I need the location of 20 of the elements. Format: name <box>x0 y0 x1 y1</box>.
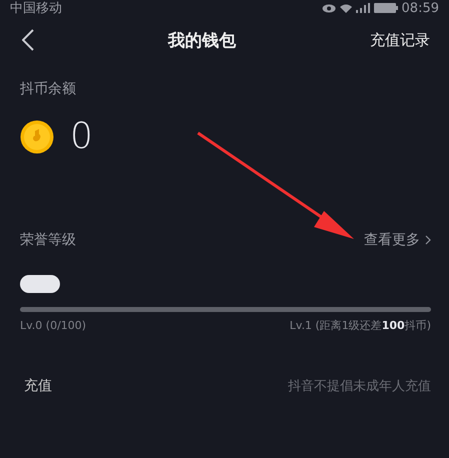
balance-label: 抖币余额 <box>20 81 76 97</box>
recharge-label: 充值 <box>24 377 52 395</box>
coin-icon <box>20 120 54 154</box>
honor-level-label: 荣誉等级 <box>20 231 76 249</box>
back-icon[interactable] <box>22 29 34 51</box>
carrier-name: 中国移动 <box>10 0 62 17</box>
page-title: 我的钱包 <box>168 30 236 52</box>
next-level-text: Lv.1 (距离1级还差100抖币) <box>290 318 431 333</box>
view-more-link[interactable]: 查看更多 <box>364 231 431 249</box>
battery-icon <box>374 3 398 13</box>
chevron-icon <box>425 235 431 245</box>
minor-notice-text: 抖音不提倡未成年人充值 <box>288 378 431 395</box>
wifi-icon <box>340 4 352 12</box>
current-level-text: Lv.0 (0/100) <box>20 319 86 332</box>
clock-time: 08:59 <box>402 0 439 16</box>
recharge-history-link[interactable]: 充值记录 <box>370 30 430 50</box>
eye-icon <box>322 4 336 12</box>
level-badge <box>20 275 60 293</box>
balance-value: 0 <box>70 116 93 157</box>
signal-icon <box>356 3 370 13</box>
